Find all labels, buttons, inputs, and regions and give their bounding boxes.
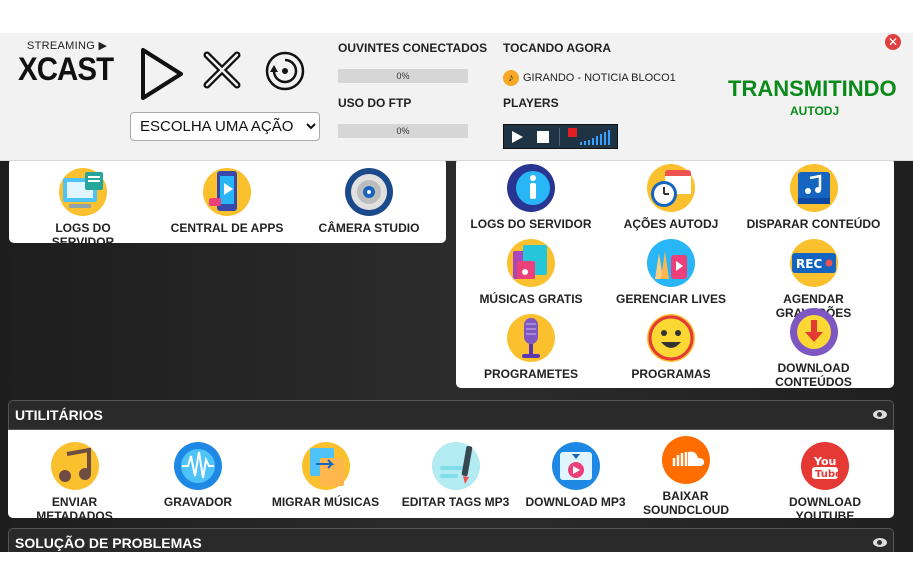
util-enviar-metadados[interactable]: ENVIAR METADADOS bbox=[12, 442, 137, 523]
utilities-title: UTILITÁRIOS bbox=[15, 407, 103, 423]
troubleshooting-title: SOLUÇÃO DE PROBLEMAS bbox=[15, 535, 202, 551]
app-label: PROGRAMAS bbox=[631, 367, 711, 381]
migrate-icon bbox=[301, 442, 350, 490]
players-label: PLAYERS bbox=[503, 96, 559, 110]
util-baixar-soundcloud[interactable]: BAIXAR SOUNDCLOUD bbox=[638, 436, 733, 517]
app-label: PROGRAMETES bbox=[483, 367, 578, 381]
listeners-progress: 0% bbox=[338, 69, 468, 83]
app-download-conteudos[interactable]: DOWNLOAD CONTEÚDOS bbox=[746, 308, 881, 389]
stop-x-icon[interactable] bbox=[202, 50, 242, 90]
app-label: DOWNLOAD MP3 bbox=[525, 495, 626, 509]
app-label: DISPARAR CONTEÚDO bbox=[746, 217, 881, 231]
now-playing-label: TOCANDO AGORA bbox=[503, 41, 611, 55]
app-label: MIGRAR MÚSICAS bbox=[271, 495, 380, 509]
app-gerenciar-lives[interactable]: GERENCIAR LIVES bbox=[606, 239, 736, 306]
now-playing-row: ♪ GIRANDO - NOTICIA BLOCO1 bbox=[503, 70, 676, 86]
music-note-icon bbox=[789, 164, 838, 212]
download-icon bbox=[789, 308, 838, 356]
utilities-header[interactable]: UTILITÁRIOS bbox=[8, 400, 894, 430]
app-label: BAIXAR SOUNDCLOUD bbox=[643, 489, 729, 517]
soundcloud-icon bbox=[661, 436, 710, 484]
player-volume-icon[interactable] bbox=[566, 127, 616, 147]
util-download-mp3[interactable]: DOWNLOAD MP3 bbox=[523, 442, 628, 509]
mini-player bbox=[503, 124, 618, 149]
youtube-icon: You Tube bbox=[801, 442, 849, 490]
app-label: LOGS DO SERVIDOR bbox=[470, 217, 592, 231]
ftp-progress: 0% bbox=[338, 124, 468, 138]
player-divider bbox=[559, 128, 560, 146]
close-icon[interactable]: ✕ bbox=[885, 34, 901, 50]
music-library-icon bbox=[507, 239, 555, 287]
app-label: AÇÕES AUTODJ bbox=[623, 217, 719, 231]
app-logs-servidor[interactable]: LOGS DO SERVIDOR bbox=[23, 168, 143, 249]
app-programas[interactable]: PROGRAMAS bbox=[606, 314, 736, 381]
svg-text:You: You bbox=[813, 455, 836, 468]
utilities-panel: ENVIAR METADADOS GRAVADOR MIGRAR MÚSICAS… bbox=[8, 430, 894, 523]
bottom-white-strip bbox=[0, 552, 913, 585]
logo-xcast-text: XCAST bbox=[18, 51, 114, 87]
camera-studio-icon bbox=[345, 168, 393, 216]
broadcast-mode: AUTODJ bbox=[790, 104, 840, 118]
app-logs-servidor-2[interactable]: LOGS DO SERVIDOR bbox=[466, 164, 596, 231]
app-programetes[interactable]: PROGRAMETES bbox=[466, 314, 596, 381]
app-label: CÂMERA STUDIO bbox=[318, 221, 420, 235]
app-center-icon bbox=[203, 168, 251, 216]
recorder-icon bbox=[174, 442, 222, 490]
eye-icon[interactable] bbox=[873, 538, 887, 547]
music-note-icon: ♪ bbox=[503, 70, 519, 86]
app-acoes-autodj[interactable]: AÇÕES AUTODJ bbox=[606, 164, 736, 231]
app-label: GERENCIAR LIVES bbox=[615, 292, 726, 306]
app-label: LOGS DO SERVIDOR bbox=[51, 221, 115, 249]
app-label: GRAVADOR bbox=[163, 495, 233, 509]
app-disparar-conteudo[interactable]: DISPARAR CONTEÚDO bbox=[746, 164, 881, 231]
right-apps-panel: LOGS DO SERVIDOR AÇÕES AUTODJ DISPARAR C… bbox=[456, 158, 894, 389]
app-label: DOWNLOAD CONTEÚDOS bbox=[775, 361, 852, 389]
svg-text:REC: REC bbox=[796, 257, 822, 271]
player-play-icon[interactable] bbox=[509, 129, 525, 145]
app-label: MÚSICAS GRATIS bbox=[479, 292, 583, 306]
player-stop-icon[interactable] bbox=[536, 130, 550, 144]
edit-tags-icon bbox=[431, 442, 480, 490]
listeners-label: OUVINTES CONECTADOS bbox=[338, 41, 488, 55]
metadata-icon bbox=[50, 442, 99, 490]
app-label: DOWNLOAD YOUTUBE bbox=[789, 495, 861, 523]
svg-text:Tube: Tube bbox=[815, 469, 842, 480]
smiley-icon bbox=[647, 314, 695, 362]
app-label: EDITAR TAGS MP3 bbox=[401, 495, 510, 509]
util-gravador[interactable]: GRAVADOR bbox=[148, 442, 248, 509]
play-icon[interactable] bbox=[138, 46, 186, 102]
broadcast-status: TRANSMITINDO bbox=[728, 76, 897, 101]
app-central-apps[interactable]: CENTRAL DE APPS bbox=[167, 168, 287, 235]
restart-icon[interactable] bbox=[264, 50, 306, 92]
stage: LOGS DO SERVIDOR CENTRAL DE APPS CÂMERA … bbox=[0, 0, 913, 585]
microphone-icon bbox=[507, 314, 555, 362]
download-mp3-icon bbox=[551, 442, 600, 490]
app-label: ENVIAR METADADOS bbox=[36, 495, 113, 523]
info-icon bbox=[507, 164, 555, 212]
ftp-label: USO DO FTP bbox=[338, 96, 412, 110]
util-editar-tags[interactable]: EDITAR TAGS MP3 bbox=[393, 442, 518, 509]
util-migrar-musicas[interactable]: MIGRAR MÚSICAS bbox=[263, 442, 388, 509]
rec-icon: REC bbox=[789, 239, 838, 287]
live-icon bbox=[647, 239, 695, 287]
clock-calendar-icon bbox=[647, 164, 695, 212]
app-musicas-gratis[interactable]: MÚSICAS GRATIS bbox=[466, 239, 596, 306]
now-playing-track: GIRANDO - NOTICIA BLOCO1 bbox=[523, 72, 676, 84]
app-camera-studio[interactable]: CÂMERA STUDIO bbox=[309, 168, 429, 235]
action-select[interactable]: ESCOLHA UMA AÇÃO bbox=[130, 112, 320, 141]
app-label: CENTRAL DE APPS bbox=[170, 221, 284, 235]
eye-icon[interactable] bbox=[873, 410, 887, 419]
server-logs-icon bbox=[59, 168, 107, 216]
util-download-youtube[interactable]: You Tube DOWNLOAD YOUTUBE bbox=[760, 442, 890, 523]
left-apps-panel: LOGS DO SERVIDOR CENTRAL DE APPS CÂMERA … bbox=[9, 158, 446, 249]
